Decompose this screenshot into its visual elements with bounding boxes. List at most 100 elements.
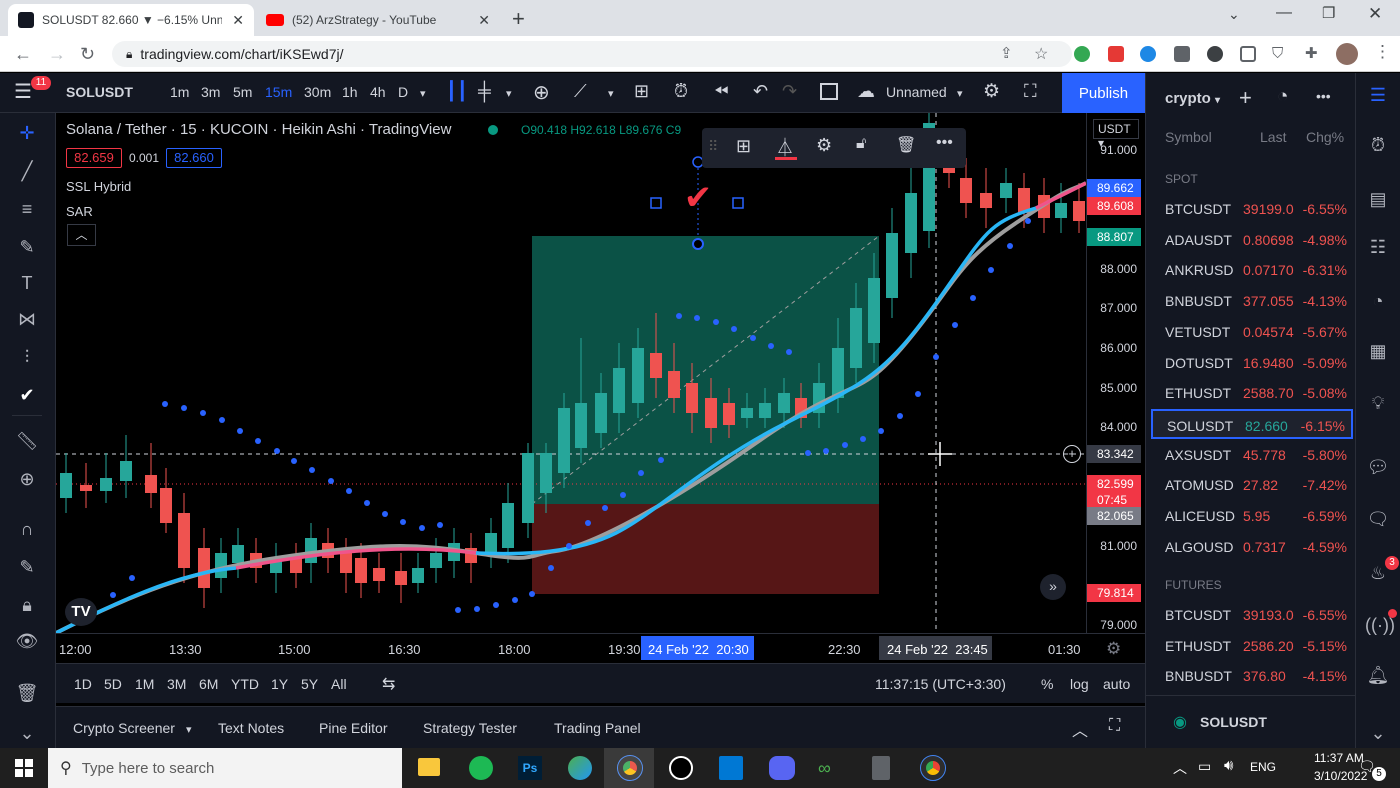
watchlist-row[interactable]: ALGOUSD 0.7317 -4.59% — [1151, 532, 1353, 562]
price-axis[interactable]: USDT ▾ 91.000 88.000 87.000 86.000 85.00… — [1086, 113, 1145, 633]
range-ytd[interactable]: YTD — [231, 676, 259, 692]
checkmark-icon[interactable]: ✔ — [12, 385, 42, 411]
new-tab-icon[interactable]: + — [512, 6, 525, 32]
range-3m[interactable]: 3M — [167, 676, 186, 692]
watchlist-title[interactable]: crypto ▾ — [1165, 90, 1220, 107]
object-tree-icon[interactable]: ⊞ — [736, 136, 751, 157]
chart-pie-icon[interactable]: ◔ — [1277, 86, 1288, 108]
minimize-icon[interactable]: — — [1276, 4, 1292, 22]
settings-gear-icon[interactable]: ⚙︎ — [816, 135, 832, 156]
lock-drawings-icon[interactable]: ✎ — [12, 557, 42, 583]
clock-timezone[interactable]: 11:37:15 (UTC+3:30) — [875, 676, 1006, 692]
file-explorer-icon[interactable] — [418, 758, 440, 776]
prediction-icon[interactable]: ⫶ — [12, 347, 42, 373]
compare-icon[interactable]: ⊕ — [533, 80, 550, 105]
range-6m[interactable]: 6M — [199, 676, 218, 692]
watchlist-row[interactable]: BTCUSDT 39193.0 -6.55% — [1151, 600, 1353, 630]
back-icon[interactable]: ← — [14, 44, 32, 65]
watchlist-row[interactable]: DOTUSDT 16.9480 -5.09% — [1151, 348, 1353, 378]
chevron-up-icon[interactable]: ︿ — [1072, 717, 1088, 741]
interval-4h[interactable]: 4h — [370, 84, 386, 100]
bars-icon[interactable]: ╪ — [478, 81, 491, 102]
range-1y[interactable]: 1Y — [271, 676, 288, 692]
chrome-icon[interactable] — [920, 755, 946, 781]
reload-icon[interactable]: ↻ — [80, 44, 95, 65]
add-symbol-icon[interactable]: + — [1239, 85, 1252, 111]
watchlist-row[interactable]: BNBUSDT 377.055 -4.13% — [1151, 286, 1353, 316]
log-toggle[interactable]: log — [1070, 676, 1089, 692]
watchlist-row[interactable]: BNBUSDT 376.80 -4.15% — [1151, 661, 1353, 691]
watchlist-row[interactable]: ADAUSDT 0.80698 -4.98% — [1151, 225, 1353, 255]
drag-handle-icon[interactable]: ⠿ — [708, 138, 718, 155]
calendar-icon[interactable]: ▦ — [1365, 341, 1391, 367]
network-icon[interactable]: ▭ — [1198, 758, 1211, 775]
chevron-up-icon[interactable]: ︿ — [1173, 758, 1187, 778]
indicator-ssl[interactable]: SSL Hybrid — [66, 179, 131, 194]
interval-3m[interactable]: 3m — [201, 84, 220, 100]
layout-name[interactable]: Unnamed — [886, 84, 947, 100]
shield-icon[interactable]: ⛉ — [1272, 45, 1283, 62]
watchlist-row[interactable]: ANKRUSD 0.07170 -6.31% — [1151, 255, 1353, 285]
hotlist-icon[interactable]: ☷ — [1365, 237, 1391, 263]
extension-icon[interactable] — [1140, 46, 1156, 62]
fullscreen-layout-icon[interactable] — [820, 83, 838, 100]
tab-strategy-tester[interactable]: Strategy Tester — [423, 720, 517, 736]
discord-icon[interactable] — [769, 756, 795, 780]
header-chg[interactable]: Chg% — [1306, 129, 1344, 145]
brush-icon[interactable]: ✎ — [12, 237, 42, 263]
tab-pine-editor[interactable]: Pine Editor — [319, 720, 387, 736]
collapse-legend-button[interactable]: ︿ — [67, 224, 96, 246]
language-indicator[interactable]: ENG — [1250, 760, 1276, 774]
watchlist-row[interactable]: ETHUSDT 2588.70 -5.08% — [1151, 378, 1353, 408]
pattern-icon[interactable]: ⋈ — [12, 309, 42, 335]
watchlist-row[interactable]: ALICEUSD 5.95 -6.59% — [1151, 501, 1353, 531]
photoshop-icon[interactable]: Ps — [518, 756, 542, 780]
chart-pane[interactable]: Solana / Tether · 15 · KUCOIN · Heikin A… — [56, 113, 1086, 633]
close-window-icon[interactable]: ✕ — [1368, 4, 1382, 24]
tab-trading-panel[interactable]: Trading Panel — [554, 720, 641, 736]
fullscreen-icon[interactable]: ⛶ — [1024, 81, 1037, 102]
maximize-panel-icon[interactable]: ⛶ — [1109, 717, 1120, 735]
chevron-down-icon[interactable]: ▾ — [957, 87, 963, 100]
store-icon[interactable] — [719, 756, 743, 780]
bid-price[interactable]: 82.659 — [66, 148, 122, 168]
zoom-in-icon[interactable]: ⊕ — [12, 469, 42, 495]
app-icon[interactable] — [669, 756, 693, 780]
interval-15m[interactable]: 15m — [265, 84, 292, 100]
ruler-icon[interactable]: 📏︎ — [12, 431, 42, 457]
watchlist-row[interactable]: VETUSDT 0.04574 -5.67% — [1151, 317, 1353, 347]
chevron-down-icon[interactable]: ▾ — [420, 87, 426, 100]
interval-30m[interactable]: 30m — [304, 84, 331, 100]
puzzle-icon[interactable]: ✚ — [1305, 44, 1318, 62]
symbol-search[interactable]: SOLUSDT — [66, 84, 133, 100]
text-icon[interactable]: T — [12, 273, 42, 299]
footer-symbol[interactable]: SOLUSDT — [1200, 714, 1267, 730]
watchlist-row[interactable]: SOLUSDT 82.660 -6.15% — [1151, 408, 1353, 439]
tab-text-notes[interactable]: Text Notes — [218, 720, 284, 736]
redo-icon[interactable]: ↷ — [782, 81, 797, 102]
watchlist-row[interactable]: ATOMUSD 27.82 -7.42% — [1151, 470, 1353, 500]
calendar-pie-icon[interactable]: ◔ — [1365, 291, 1391, 317]
bell-icon[interactable]: 🔔︎ — [1365, 665, 1391, 691]
fib-icon[interactable]: ≡ — [12, 199, 42, 225]
interval-1h[interactable]: 1h — [342, 84, 358, 100]
news-icon[interactable]: ▤ — [1365, 189, 1391, 215]
extension-icon[interactable] — [1240, 46, 1256, 62]
interval-d[interactable]: D — [398, 84, 408, 100]
bookmark-star-icon[interactable]: ☆ — [1034, 44, 1048, 64]
share-icon[interactable]: ⇪ — [1000, 44, 1013, 62]
taskbar-time[interactable]: 11:37 AM — [1314, 751, 1364, 765]
crosshair-icon[interactable]: ✛ — [12, 123, 42, 149]
interval-5m[interactable]: 5m — [233, 84, 252, 100]
cloud-icon[interactable]: ☁︎ — [857, 81, 875, 102]
avatar[interactable] — [1336, 43, 1358, 65]
chat-icon[interactable]: 💬︎ — [1365, 457, 1391, 483]
forward-icon[interactable]: → — [48, 44, 66, 65]
eye-icon[interactable]: 👁︎ — [12, 631, 42, 657]
ask-price[interactable]: 82.660 — [166, 148, 222, 168]
trendline-icon[interactable]: ╱ — [12, 161, 42, 187]
maximize-icon[interactable]: ❐ — [1322, 4, 1335, 22]
alert-icon[interactable]: ⏰︎ — [674, 81, 688, 102]
publish-button[interactable]: Publish — [1062, 73, 1145, 113]
auto-toggle[interactable]: auto — [1103, 676, 1130, 692]
